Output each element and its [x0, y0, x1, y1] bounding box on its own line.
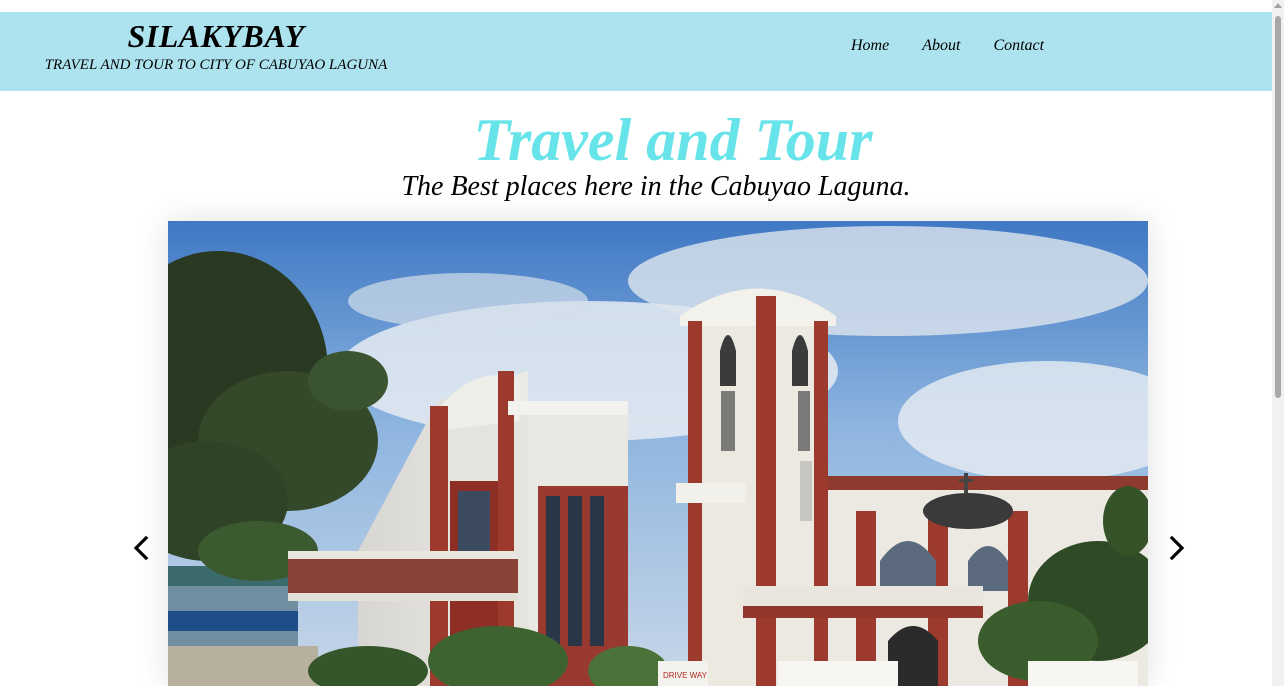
slider-next-button[interactable]	[1162, 534, 1190, 562]
slider-prev-button[interactable]	[128, 534, 156, 562]
page-scrollbar[interactable]	[1272, 0, 1284, 686]
brand-name[interactable]: SILAKYBAY	[41, 16, 391, 56]
scroll-thumb[interactable]	[1275, 16, 1281, 398]
nav-link-about[interactable]: About	[922, 36, 960, 56]
chevron-left-icon	[133, 535, 149, 561]
top-strip	[0, 0, 1284, 12]
nav-link-contact[interactable]: Contact	[993, 36, 1044, 56]
brand-tagline: TRAVEL AND TOUR TO CITY OF CABUYAO LAGUN…	[44, 57, 388, 73]
site-header: SILAKYBAY TRAVEL AND TOUR TO CITY OF CAB…	[0, 12, 1272, 91]
image-slider[interactable]: DRIVE WAY	[168, 221, 1148, 686]
scroll-up-arrow-icon[interactable]	[1274, 3, 1282, 8]
hero-title: Travel and Tour	[473, 107, 873, 173]
nav-link-home[interactable]: Home	[851, 36, 889, 56]
slide-image-church: DRIVE WAY	[168, 221, 1148, 686]
svg-text:DRIVE WAY: DRIVE WAY	[663, 671, 708, 680]
chevron-right-icon	[1169, 535, 1185, 561]
main-nav: Home About Contact	[851, 36, 1044, 56]
page: SILAKYBAY TRAVEL AND TOUR TO CITY OF CAB…	[0, 0, 1284, 686]
brand: SILAKYBAY TRAVEL AND TOUR TO CITY OF CAB…	[41, 16, 391, 74]
hero-subtitle: The Best places here in the Cabuyao Lagu…	[401, 171, 911, 202]
